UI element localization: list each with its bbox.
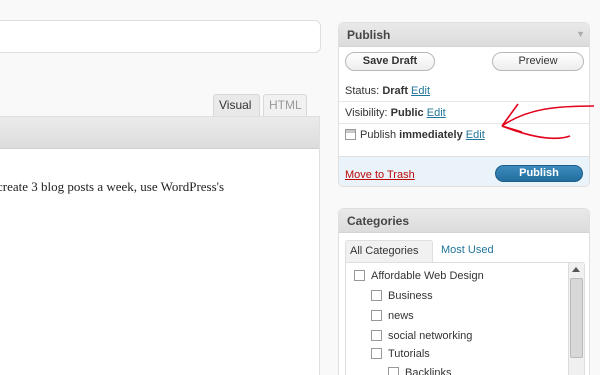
- category-label: social networking: [388, 330, 473, 342]
- tab-visual[interactable]: Visual: [213, 94, 260, 116]
- visibility-label: Visibility:: [345, 107, 388, 119]
- publish-button[interactable]: Publish: [495, 165, 583, 182]
- edit-status-link[interactable]: Edit: [411, 85, 430, 97]
- publish-box-title: Publish: [347, 28, 391, 42]
- categories-box-header[interactable]: Categories: [339, 209, 589, 233]
- checkbox[interactable]: [371, 348, 382, 359]
- category-label: Business: [388, 290, 433, 302]
- collapse-arrow-icon[interactable]: ▼: [576, 29, 585, 39]
- tab-most-used[interactable]: Most Used: [437, 240, 498, 262]
- categories-box: Categories All Categories Most Used Affo…: [338, 208, 590, 375]
- edit-schedule-link[interactable]: Edit: [466, 129, 485, 141]
- category-item[interactable]: news: [371, 310, 414, 322]
- category-label: Tutorials: [388, 348, 430, 360]
- divider: [339, 101, 589, 102]
- category-item[interactable]: Affordable Web Design: [354, 270, 484, 282]
- tab-all-categories[interactable]: All Categories: [345, 240, 433, 262]
- visibility-value: Public: [390, 107, 424, 119]
- visibility-row: Visibility: Public Edit: [345, 107, 446, 119]
- post-editor[interactable]: create 3 blog posts a week, use WordPres…: [0, 116, 320, 375]
- editor-content[interactable]: create 3 blog posts a week, use WordPres…: [0, 179, 224, 195]
- scroll-thumb[interactable]: [570, 278, 583, 358]
- checkbox[interactable]: [371, 330, 382, 341]
- checkbox[interactable]: [354, 270, 365, 281]
- schedule-value: immediately: [399, 129, 463, 141]
- category-label: Backlinks: [405, 367, 452, 375]
- scroll-up-icon[interactable]: [572, 267, 580, 272]
- categories-list: Affordable Web Design Business news soci…: [345, 262, 585, 375]
- category-item[interactable]: social networking: [371, 330, 472, 342]
- editor-toolbar: [0, 117, 319, 149]
- post-title-input[interactable]: [0, 20, 321, 53]
- category-label: news: [388, 310, 414, 322]
- categories-scrollbar[interactable]: [568, 263, 584, 375]
- edit-visibility-link[interactable]: Edit: [427, 107, 446, 119]
- checkbox[interactable]: [371, 310, 382, 321]
- status-value: Draft: [382, 85, 408, 97]
- category-item[interactable]: Tutorials: [371, 348, 430, 360]
- category-item[interactable]: Business: [371, 290, 433, 302]
- checkbox[interactable]: [371, 290, 382, 301]
- tab-html[interactable]: HTML: [263, 94, 307, 116]
- schedule-row: Publish immediately Edit: [345, 129, 485, 141]
- categories-box-title: Categories: [347, 214, 410, 228]
- move-to-trash-link[interactable]: Move to Trash: [345, 169, 415, 181]
- publish-actions: Move to Trash Publish: [339, 156, 589, 186]
- publish-box-header[interactable]: Publish ▼: [339, 23, 589, 47]
- category-item[interactable]: Backlinks: [388, 367, 451, 375]
- status-label: Status:: [345, 85, 380, 97]
- save-draft-button[interactable]: Save Draft: [345, 52, 435, 71]
- category-label: Affordable Web Design: [371, 270, 484, 282]
- status-row: Status: Draft Edit: [345, 85, 430, 97]
- publish-box: Publish ▼ Save Draft Preview Status: Dra…: [338, 22, 590, 187]
- preview-button[interactable]: Preview: [492, 52, 584, 71]
- schedule-label: Publish: [360, 129, 397, 141]
- divider: [339, 123, 589, 124]
- calendar-icon: [345, 129, 356, 140]
- checkbox[interactable]: [388, 367, 399, 375]
